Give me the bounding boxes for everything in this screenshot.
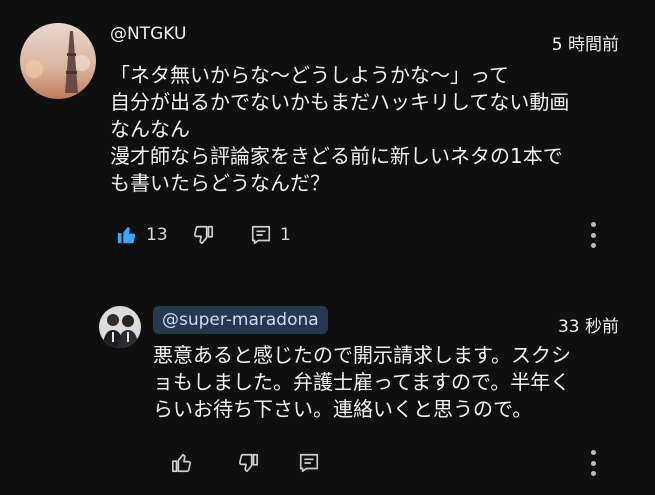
comment-actions: 13 1 [0, 220, 655, 250]
author-mention-chip[interactable]: @super-maradona [153, 306, 328, 334]
comment-line: 「ネタ無いからな～どうしようかな～」って [110, 63, 509, 87]
avatar-image [20, 23, 96, 99]
reply-button[interactable]: 1 [250, 220, 291, 250]
comment-line: なんなん [110, 117, 190, 141]
reply-count: 1 [280, 225, 291, 245]
comment-line: ョもしました。弁護士雇ってますので。半年く [153, 370, 571, 394]
avatar[interactable] [99, 306, 141, 348]
avatar-image [99, 306, 141, 348]
comment-line: 漫才師なら評論家をきどる前に新しいネタの1本で [110, 144, 563, 168]
thumbs-down-icon [193, 225, 213, 245]
comment-2-reply: @super-maradona 33 秒前 悪意あると感じたので開示請求します。… [0, 270, 655, 495]
comment-timestamp[interactable]: 5 時間前 [552, 30, 619, 55]
comment-text: 悪意あると感じたので開示請求します。スクシ ョもしました。弁護士雇ってますので。… [153, 342, 571, 423]
comment-1: @NTGKU 5 時間前 「ネタ無いからな～どうしようかな～」って 自分が出るか… [0, 0, 655, 270]
thumbs-up-icon [117, 226, 136, 244]
comment-author[interactable]: @NTGKU [110, 24, 186, 44]
more-vert-icon[interactable] [588, 222, 598, 248]
like-button[interactable]: 13 [116, 220, 168, 250]
more-vert-icon[interactable] [588, 450, 598, 476]
dislike-button[interactable] [192, 220, 214, 250]
reply-comment-icon [299, 453, 319, 473]
comment-line: 悪意あると感じたので開示請求します。スクシ [153, 343, 571, 367]
comment-actions [0, 448, 655, 478]
comment-line: 自分が出るかでないかもまだハッキリしてない動画 [110, 90, 570, 114]
comment-text: 「ネタ無いからな～どうしようかな～」って 自分が出るかでないかもまだハッキリして… [110, 62, 569, 197]
comment-line: らいお待ち下さい。連絡いくと思うので。 [153, 397, 533, 421]
like-count: 13 [146, 225, 168, 245]
like-button[interactable] [171, 448, 193, 478]
comment-timestamp[interactable]: 33 秒前 [558, 312, 619, 337]
dislike-button[interactable] [237, 448, 259, 478]
thumbs-down-icon [238, 453, 258, 473]
avatar[interactable] [20, 23, 96, 99]
reply-comment-icon [251, 225, 271, 245]
comment-line: も書いたらどうなんだ？ [110, 171, 330, 195]
reply-button[interactable] [298, 448, 320, 478]
thumbs-up-icon [172, 453, 192, 473]
